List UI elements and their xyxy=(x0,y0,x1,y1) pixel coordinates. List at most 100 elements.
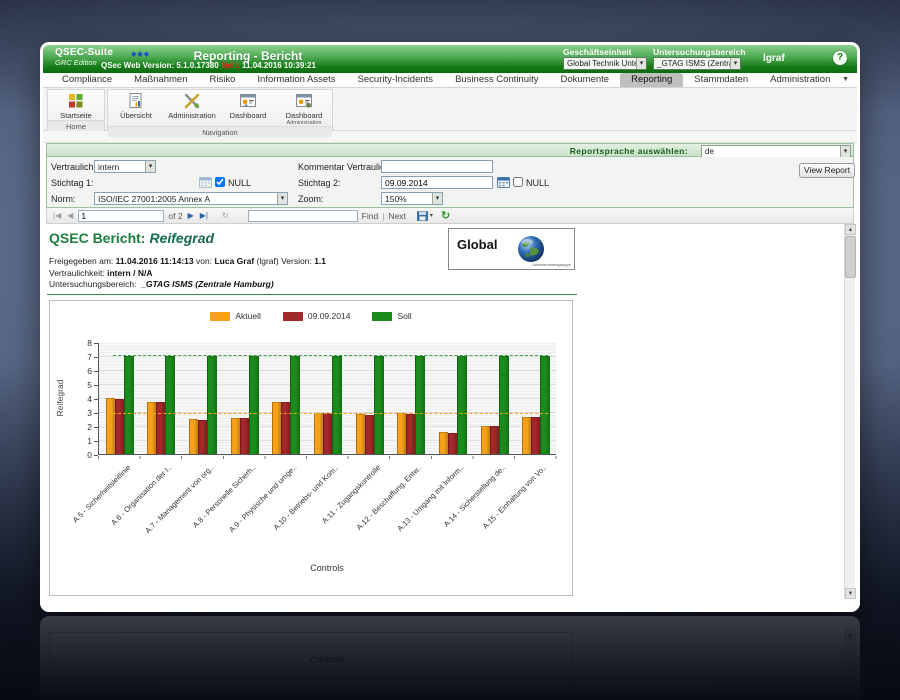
back-to-parent-icon[interactable]: ↻ xyxy=(221,210,230,222)
tab-overflow-icon[interactable]: ▼ xyxy=(842,76,849,83)
chevron-down-icon: ▾ xyxy=(429,213,433,219)
chevron-down-icon[interactable]: ▾ xyxy=(432,193,442,204)
calendar-icon[interactable] xyxy=(497,176,510,188)
chevron-down-icon[interactable]: ▾ xyxy=(730,58,740,69)
filters: Vertraulichkeit: intern ▾ Kommentar Vert… xyxy=(47,157,855,207)
tab-risiko[interactable]: Risiko xyxy=(199,73,247,87)
x-axis-title: Controls xyxy=(310,563,344,573)
bar-09-09-2014 xyxy=(323,413,332,454)
ribbon-button-administration[interactable]: Administration xyxy=(164,90,220,126)
ribbon-group-navigation: Übersicht Administration Dashboard Dashboar… xyxy=(107,89,333,137)
chevron-down-icon[interactable]: ▾ xyxy=(840,146,850,157)
released-by: Luca Graf xyxy=(214,256,255,266)
tab-compliance[interactable]: Compliance xyxy=(51,73,123,87)
bar-09-09-2014 xyxy=(114,398,124,454)
business-unit-select[interactable]: Global Technik Unternehm ▾ xyxy=(563,57,647,70)
bar-group xyxy=(230,356,259,454)
bar-group xyxy=(397,356,426,454)
export-menu[interactable]: ▾ xyxy=(416,210,433,222)
logo-subtext: Unternehmensgruppe xyxy=(532,262,571,267)
stichtag2-input[interactable] xyxy=(381,176,493,189)
dashboard-admin-icon xyxy=(295,92,313,110)
business-unit-value: Global Technik Unternehm xyxy=(567,59,646,68)
scope-value: _GTAG ISMS (Zentrale Ha xyxy=(657,59,740,68)
tab-reporting[interactable]: Reporting xyxy=(620,73,684,87)
stichtag2-label: Stichtag 2: xyxy=(298,178,341,188)
zoom-select[interactable]: 150% ▾ xyxy=(381,192,443,205)
ribbon-button-label: Administration xyxy=(168,111,216,120)
report-viewer: QSEC Bericht: Reifegrad Global Unternehm… xyxy=(43,224,857,599)
report-parameter-panel: Reportsprache auswählen: de ▾ Vertraulic… xyxy=(46,143,855,208)
prev-page-icon[interactable]: ◀ xyxy=(66,210,74,222)
ribbon-button-dashboard-administration[interactable]: Dashboard Administration xyxy=(276,90,332,126)
tab-administration[interactable]: Administration xyxy=(759,73,841,87)
find-link[interactable]: Find xyxy=(362,211,379,221)
bar-group xyxy=(105,356,134,454)
chevron-down-icon[interactable]: ▾ xyxy=(277,193,287,204)
tools-icon xyxy=(183,92,201,110)
stichtag2-null-checkbox[interactable] xyxy=(513,177,523,187)
stichtag1-null-label: NULL xyxy=(228,178,252,188)
bar-group xyxy=(189,356,218,454)
report-title: QSEC Bericht: Reifegrad xyxy=(49,230,214,246)
bar-aktuell xyxy=(147,401,157,454)
confidentiality-value: intern / N/A xyxy=(107,267,153,278)
norm-select[interactable]: ISO/IEC 27001:2005 Annex A ▾ xyxy=(94,192,288,205)
scope-line-label: Untersuchungsbereich: xyxy=(49,279,137,289)
help-icon[interactable]: ? xyxy=(833,51,847,65)
tab-information-assets[interactable]: Information Assets xyxy=(246,73,346,87)
refresh-report-icon[interactable]: ↻ xyxy=(441,209,450,222)
tab-stammdaten[interactable]: Stammdaten xyxy=(683,73,759,87)
ribbon-button-dashboard[interactable]: Dashboard xyxy=(220,90,276,126)
report-separator xyxy=(47,294,577,295)
vertical-scrollbar[interactable]: ▲ ▼ xyxy=(844,224,856,599)
bar-aktuell xyxy=(105,398,115,454)
scroll-down-icon[interactable]: ▼ xyxy=(845,588,856,599)
company-logo: Global Unternehmensgruppe xyxy=(448,228,575,270)
ribbon-button--bersicht[interactable]: Übersicht xyxy=(108,90,164,126)
vertraulichkeit-select[interactable]: intern ▾ xyxy=(94,160,156,173)
view-report-button[interactable]: View Report xyxy=(799,163,855,178)
calendar-icon[interactable] xyxy=(199,176,212,188)
bar-09-09-2014 xyxy=(406,414,416,454)
ribbon-button-label: Übersicht xyxy=(120,111,152,120)
bar-aktuell xyxy=(230,417,240,454)
tab-security-incidents[interactable]: Security-Incidents xyxy=(347,73,445,87)
bar-group xyxy=(314,356,342,454)
ribbon-button-startseite[interactable]: Startseite xyxy=(48,90,104,120)
y-tick-label: 1 xyxy=(87,436,92,446)
tab-business-continuity[interactable]: Business Continuity xyxy=(444,73,549,87)
stichtag1-null-checkbox[interactable] xyxy=(215,177,225,187)
ribbon-group-label: Navigation xyxy=(108,126,332,137)
chevron-down-icon[interactable]: ▾ xyxy=(145,161,155,172)
chevron-down-icon[interactable]: ▾ xyxy=(636,58,646,69)
tab-dokumente[interactable]: Dokumente xyxy=(550,73,621,87)
scrollbar-thumb[interactable] xyxy=(845,236,856,278)
legend-item: Aktuell xyxy=(210,311,261,321)
find-text-input[interactable] xyxy=(247,209,358,222)
bar-soll xyxy=(415,356,426,454)
bar-09-09-2014 xyxy=(156,401,166,454)
kommentar-input[interactable] xyxy=(381,160,493,173)
bar-soll xyxy=(332,356,342,454)
tab-ma-nahmen[interactable]: Maßnahmen xyxy=(123,73,198,87)
first-page-icon[interactable]: |◀ xyxy=(52,210,62,222)
scope-label: Untersuchungsbereich xyxy=(653,47,746,57)
legend-item: Soll xyxy=(372,311,412,321)
report-title-prefix: QSEC Bericht: xyxy=(49,230,146,246)
page-number-input[interactable] xyxy=(78,209,165,222)
last-page-icon[interactable]: ▶| xyxy=(199,210,209,222)
ribbon: Startseite Home Übersicht Administration Das… xyxy=(43,88,857,137)
report-language-value: de xyxy=(705,147,714,156)
window-reflection: QSEC-Suite GRC Edition ◆◆◆ Reporting - B… xyxy=(40,616,860,700)
next-page-icon[interactable]: ▶ xyxy=(187,210,195,222)
bar-09-09-2014 xyxy=(531,416,541,454)
zoom-label: Zoom: xyxy=(298,194,324,204)
scope-select[interactable]: _GTAG ISMS (Zentrale Ha ▾ xyxy=(653,57,741,70)
titlebar: QSEC-Suite GRC Edition ◆◆◆ Reporting - B… xyxy=(43,45,857,73)
next-link[interactable]: Next xyxy=(388,211,405,221)
bar-soll xyxy=(207,356,218,454)
scroll-up-icon[interactable]: ▲ xyxy=(845,224,856,235)
stichtag2-null-label: NULL xyxy=(526,178,550,188)
bar-09-09-2014 xyxy=(281,402,291,454)
